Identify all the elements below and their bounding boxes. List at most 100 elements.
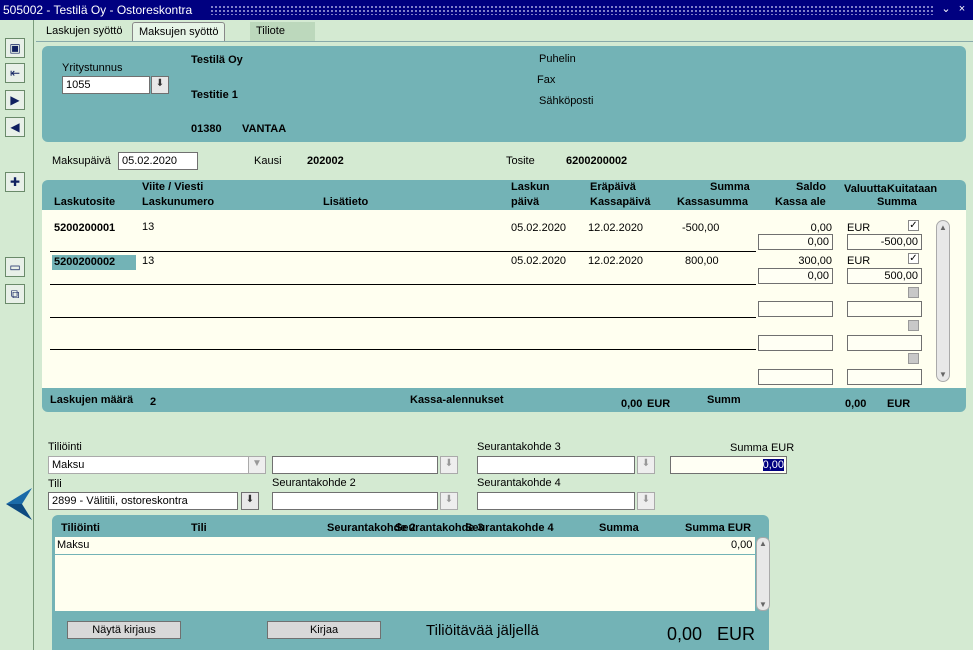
maksupaiva-input[interactable]: 05.02.2020 <box>118 152 198 170</box>
tili-input[interactable]: 2899 - Välitili, ostoreskontra <box>48 492 238 510</box>
tili-lov-button[interactable]: ⬇ <box>241 492 259 510</box>
seurantakohde-3-input[interactable] <box>477 456 635 474</box>
tilioitavaa-jaljella-label: Tiliöitävää jäljellä <box>426 622 539 639</box>
previous-icon[interactable]: ◀ <box>5 117 25 137</box>
col-laskutosite: Laskutosite <box>54 196 116 208</box>
col-summa-kuitataan: Summa <box>877 196 917 208</box>
kuitataan-checkbox[interactable] <box>908 320 919 331</box>
seurantakohde-2-input[interactable] <box>272 492 438 510</box>
kuitataan-summa-input[interactable] <box>847 301 922 317</box>
tab-tiliote[interactable]: Tiliote <box>250 22 315 41</box>
col-valuutta: Valuutta <box>844 183 887 195</box>
seurantakohde-1-lov-button[interactable]: ⬇ <box>440 456 458 474</box>
seurantakohde-2-lov-button[interactable]: ⬇ <box>440 492 458 510</box>
col-summa: Summa <box>710 181 750 193</box>
kirjaa-button[interactable]: Kirjaa <box>267 621 381 639</box>
yritystunnus-label: Yritystunnus <box>62 62 123 74</box>
row-laskun-paiva: 05.02.2020 <box>511 255 567 267</box>
seurantakohde-4-lov-button[interactable]: ⬇ <box>637 492 655 510</box>
phone-label: Puhelin <box>539 53 576 65</box>
row-erapaiva: 12.02.2020 <box>588 222 644 234</box>
exit-icon[interactable]: ⇤ <box>5 63 25 83</box>
tosite-value: 6200200002 <box>566 155 628 167</box>
posting-scrollbar[interactable]: ▲ ▼ <box>756 537 770 611</box>
col-kassa-ale: Kassa ale <box>775 196 826 208</box>
scroll-up-icon[interactable]: ▲ <box>759 539 767 548</box>
summa-eur-input[interactable]: 0,00 <box>670 456 787 474</box>
row-erapaiva: 12.02.2020 <box>588 255 644 267</box>
company-name: Testilä Oy <box>191 54 243 66</box>
company-postal-code: 01380 <box>191 123 222 135</box>
invoice-grid-body: 5200200001 13 05.02.2020 12.02.2020 -500… <box>42 210 966 388</box>
kassa-ale-input[interactable] <box>758 301 833 317</box>
tiliointi-select[interactable]: Maksu <box>48 456 266 474</box>
save-icon[interactable]: ▣ <box>5 38 25 58</box>
kuitataan-checkbox[interactable]: ✓ <box>908 220 919 231</box>
fax-label: Fax <box>537 74 556 86</box>
minimize-icon[interactable]: ⌄ <box>939 2 953 17</box>
summa-total-value: 0,00 <box>845 398 867 410</box>
invoice-grid-panel: Laskutosite Viite / Viesti Laskunumero L… <box>42 180 966 412</box>
left-toolbar: ▣ ⇤ ▶ ◀ ✚ ▭ ⧉ <box>0 20 34 650</box>
open-folder-icon[interactable]: ▭ <box>5 257 25 277</box>
close-icon[interactable]: × <box>955 2 969 17</box>
copy-folder-icon[interactable]: ⧉ <box>5 284 25 304</box>
scroll-up-icon[interactable]: ▲ <box>939 223 947 232</box>
summa-label: Summ <box>707 394 741 406</box>
company-panel: Yritystunnus 1055 ⬇ Testilä Oy Testitie … <box>42 46 966 142</box>
tiliointi-dropdown-icon[interactable]: ▼ <box>248 456 266 474</box>
kassa-ale-input[interactable] <box>758 369 833 385</box>
laskujen-maara-label: Laskujen määrä <box>50 394 134 406</box>
tab-laskujen-syotto[interactable]: Laskujen syöttö <box>40 22 128 41</box>
col-summa: Summa <box>599 522 639 534</box>
kuitataan-summa-input[interactable] <box>847 369 922 385</box>
scroll-down-icon[interactable]: ▼ <box>939 370 947 379</box>
titlebar-pattern <box>210 5 933 15</box>
col-laskunumero: Laskunumero <box>142 196 215 208</box>
seurantakohde-4-input[interactable] <box>477 492 635 510</box>
tab-divider <box>36 41 973 42</box>
col-kuitataan: Kuitataan <box>887 183 938 195</box>
next-icon[interactable]: ▶ <box>5 90 25 110</box>
kuitataan-checkbox[interactable] <box>908 287 919 298</box>
remaining-value: 0,00 <box>667 624 703 644</box>
row-divider <box>50 317 756 318</box>
col-kassapaiva: Kassapäivä <box>590 196 651 208</box>
col-erapaiva: Eräpäivä <box>590 181 636 193</box>
seurantakohde-3-lov-button[interactable]: ⬇ <box>637 456 655 474</box>
kassa-ale-input[interactable]: 0,00 <box>758 268 833 284</box>
row-saldo: 0,00 <box>810 222 832 234</box>
table-row[interactable]: 5200200002 13 05.02.2020 12.02.2020 800,… <box>42 252 966 284</box>
yritystunnus-lov-button[interactable]: ⬇ <box>151 76 169 94</box>
kuitataan-checkbox[interactable] <box>908 353 919 364</box>
yritystunnus-input[interactable]: 1055 <box>62 76 150 94</box>
col-tiliointi: Tiliöinti <box>61 522 100 534</box>
summa-eur-label: Summa EUR <box>730 442 795 454</box>
kuitataan-checkbox[interactable]: ✓ <box>908 253 919 264</box>
kuitataan-summa-input[interactable] <box>847 335 922 351</box>
row-divider <box>50 349 756 350</box>
col-saldo: Saldo <box>796 181 826 193</box>
window-title: 505002 - Testilä Oy - Ostoreskontra <box>3 3 193 17</box>
tiliointi-label: Tiliöinti <box>48 441 82 453</box>
col-summa-eur: Summa EUR <box>685 522 752 534</box>
grid-scrollbar[interactable]: ▲ ▼ <box>936 220 950 382</box>
scroll-down-icon[interactable]: ▼ <box>759 600 767 609</box>
new-record-icon[interactable]: ✚ <box>5 172 25 192</box>
kausi-label: Kausi <box>254 155 282 167</box>
nayta-kirjaus-button[interactable]: Näytä kirjaus <box>67 621 181 639</box>
col-paiva: päivä <box>511 196 540 208</box>
seurantakohde-1-input[interactable] <box>272 456 438 474</box>
kassa-ale-input[interactable]: 0,00 <box>758 234 833 250</box>
table-row[interactable]: Maksu 0,00 <box>55 537 755 554</box>
kassa-ale-input[interactable] <box>758 335 833 351</box>
summa-total-currency: EUR <box>887 398 911 410</box>
row-valuutta: EUR <box>847 255 871 267</box>
kausi-value: 202002 <box>307 155 344 167</box>
kuitataan-summa-input[interactable]: -500,00 <box>847 234 922 250</box>
company-city: VANTAA <box>242 123 287 135</box>
remaining-currency: EUR <box>717 624 756 644</box>
kuitataan-summa-input[interactable]: 500,00 <box>847 268 922 284</box>
tab-maksujen-syotto[interactable]: Maksujen syöttö <box>132 22 226 41</box>
table-row[interactable]: 5200200001 13 05.02.2020 12.02.2020 -500… <box>42 210 966 250</box>
